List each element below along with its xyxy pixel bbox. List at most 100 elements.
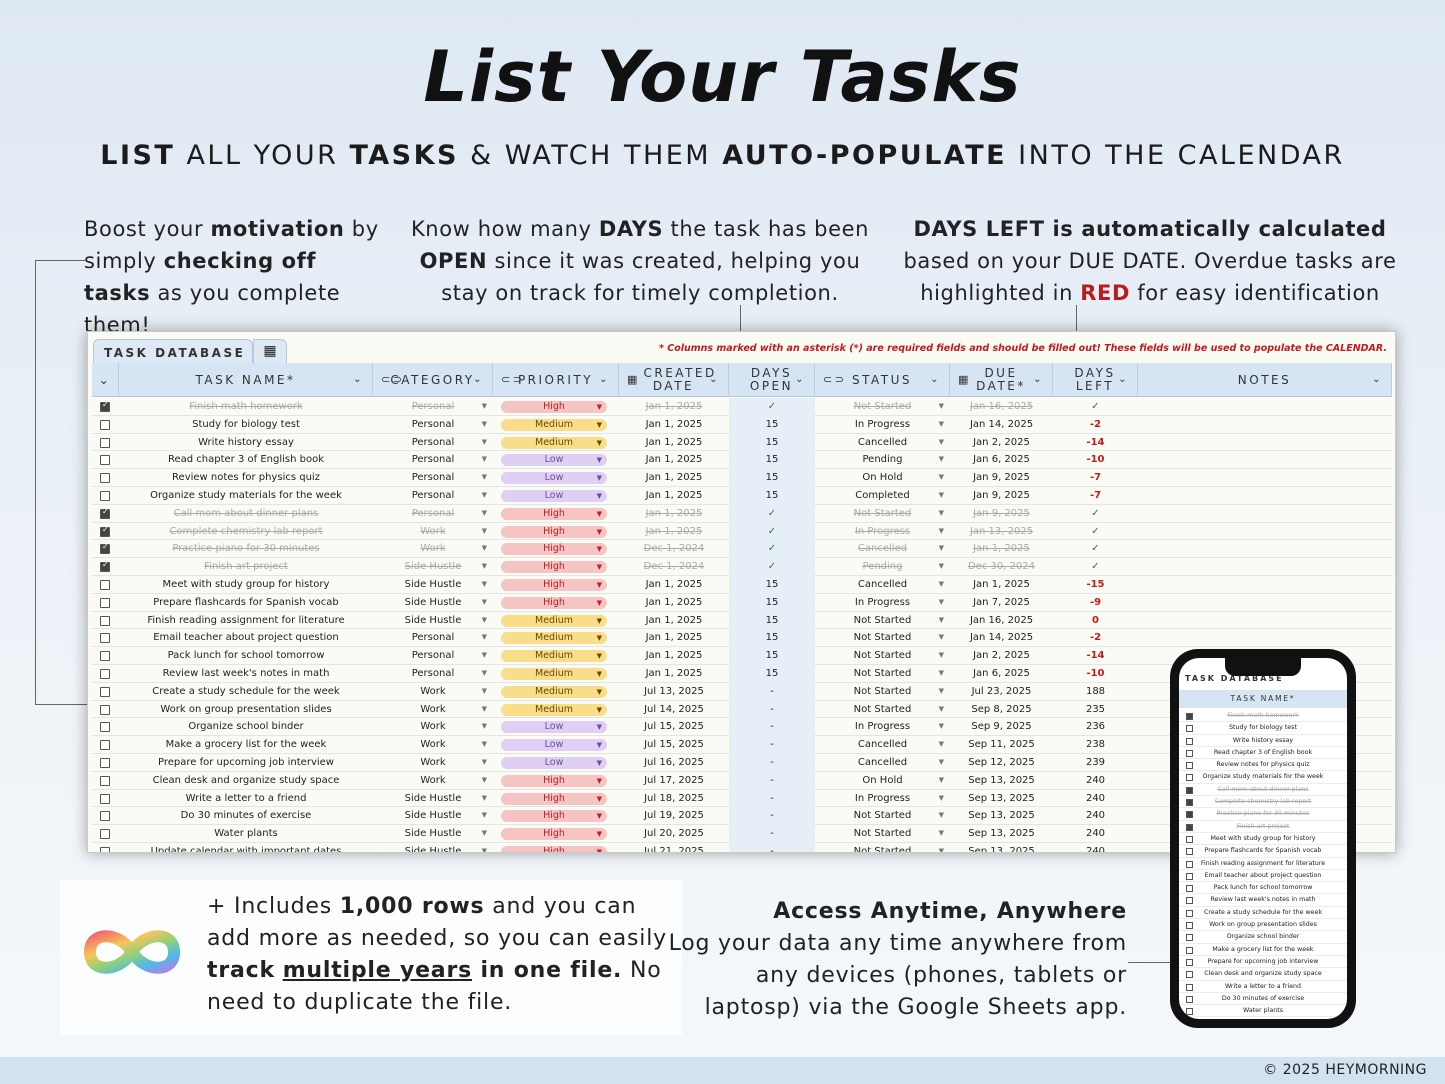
status-cell[interactable]: Cancelled ▼: [815, 736, 950, 754]
priority-cell[interactable]: Medium ▼: [493, 683, 619, 701]
priority-cell[interactable]: High ▼: [493, 772, 619, 790]
phone-task-checkbox[interactable]: [1186, 872, 1193, 880]
category-cell[interactable]: Personal ▼: [373, 647, 493, 665]
category-cell[interactable]: Side Hustle ▼: [373, 594, 493, 612]
status-cell[interactable]: Cancelled ▼: [815, 434, 950, 452]
status-cell[interactable]: Cancelled ▼: [815, 754, 950, 772]
phone-task-checkbox[interactable]: [1186, 897, 1193, 905]
phone-task-checkbox[interactable]: [1186, 909, 1193, 917]
status-cell[interactable]: Not Started ▼: [815, 665, 950, 683]
chevron-down-icon[interactable]: ⌄: [930, 373, 941, 386]
phone-task-checkbox[interactable]: [1186, 823, 1193, 831]
phone-task-checkbox[interactable]: [1186, 946, 1193, 954]
tab-task-database[interactable]: TASK DATABASE ⌄: [93, 339, 253, 374]
column-header-created-date[interactable]: ▦ CREATED DATE ⌄: [619, 363, 729, 397]
priority-cell[interactable]: High ▼: [493, 523, 619, 541]
category-cell[interactable]: Personal ▼: [373, 487, 493, 505]
status-cell[interactable]: On Hold ▼: [815, 469, 950, 487]
priority-cell[interactable]: High ▼: [493, 790, 619, 808]
chevron-down-icon[interactable]: ⌄: [473, 373, 484, 386]
phone-task-checkbox[interactable]: [1186, 922, 1193, 930]
task-done-checkbox[interactable]: [100, 757, 110, 768]
priority-cell[interactable]: Medium ▼: [493, 665, 619, 683]
task-done-checkbox[interactable]: [100, 633, 110, 644]
chevron-down-icon[interactable]: ⌄: [1033, 373, 1044, 386]
chevron-down-icon[interactable]: ⌄: [599, 373, 610, 386]
category-cell[interactable]: Work ▼: [373, 736, 493, 754]
status-cell[interactable]: Pending ▼: [815, 558, 950, 576]
status-cell[interactable]: Pending ▼: [815, 451, 950, 469]
phone-task-checkbox[interactable]: [1186, 983, 1193, 991]
category-cell[interactable]: Work ▼: [373, 701, 493, 719]
task-done-checkbox[interactable]: [100, 793, 110, 804]
category-cell[interactable]: Personal ▼: [373, 416, 493, 434]
category-cell[interactable]: Side Hustle ▼: [373, 825, 493, 843]
priority-cell[interactable]: High ▼: [493, 398, 619, 416]
status-cell[interactable]: Not Started ▼: [815, 683, 950, 701]
priority-cell[interactable]: High ▼: [493, 558, 619, 576]
category-cell[interactable]: Personal ▼: [373, 434, 493, 452]
priority-cell[interactable]: High ▼: [493, 843, 619, 852]
category-cell[interactable]: Side Hustle ▼: [373, 576, 493, 594]
category-cell[interactable]: Personal ▼: [373, 469, 493, 487]
category-cell[interactable]: Work ▼: [373, 772, 493, 790]
category-cell[interactable]: Personal ▼: [373, 451, 493, 469]
status-cell[interactable]: Not Started ▼: [815, 629, 950, 647]
priority-cell[interactable]: Medium ▼: [493, 701, 619, 719]
task-done-checkbox[interactable]: [100, 722, 110, 733]
priority-cell[interactable]: Medium ▼: [493, 647, 619, 665]
calendar-grid-icon[interactable]: ▦: [253, 339, 287, 365]
task-done-checkbox[interactable]: [100, 437, 110, 448]
task-done-checkbox[interactable]: [100, 597, 110, 608]
phone-task-checkbox[interactable]: [1186, 786, 1193, 794]
phone-task-checkbox[interactable]: [1186, 958, 1193, 966]
category-cell[interactable]: Work ▼: [373, 718, 493, 736]
phone-task-checkbox[interactable]: [1186, 848, 1193, 856]
priority-cell[interactable]: High ▼: [493, 594, 619, 612]
category-cell[interactable]: Side Hustle ▼: [373, 807, 493, 825]
chevron-down-icon[interactable]: ⌄: [1372, 373, 1383, 386]
column-header-notes[interactable]: NOTES ⌄: [1138, 363, 1392, 397]
column-header-category[interactable]: ⊂⊃ CATEGORY ⌄: [373, 363, 493, 397]
task-done-checkbox[interactable]: [100, 473, 110, 484]
category-cell[interactable]: Side Hustle ▼: [373, 558, 493, 576]
phone-task-checkbox[interactable]: [1186, 713, 1193, 720]
task-done-checkbox[interactable]: [100, 490, 110, 501]
status-cell[interactable]: Not Started ▼: [815, 825, 950, 843]
phone-task-checkbox[interactable]: [1186, 934, 1193, 942]
priority-cell[interactable]: High ▼: [493, 540, 619, 558]
task-done-checkbox[interactable]: [100, 704, 110, 715]
task-done-checkbox[interactable]: [100, 846, 110, 852]
task-done-checkbox[interactable]: [100, 400, 110, 412]
phone-task-checkbox[interactable]: [1186, 774, 1193, 782]
category-cell[interactable]: Side Hustle ▼: [373, 843, 493, 852]
priority-cell[interactable]: High ▼: [493, 576, 619, 594]
category-cell[interactable]: Side Hustle ▼: [373, 612, 493, 630]
column-header-days-open[interactable]: DAYS OPEN ⌄: [729, 363, 815, 397]
priority-cell[interactable]: Medium ▼: [493, 434, 619, 452]
status-cell[interactable]: Not Started ▼: [815, 612, 950, 630]
priority-cell[interactable]: Low ▼: [493, 718, 619, 736]
status-cell[interactable]: In Progress ▼: [815, 718, 950, 736]
status-cell[interactable]: Not Started ▼: [815, 647, 950, 665]
category-cell[interactable]: Work ▼: [373, 540, 493, 558]
status-cell[interactable]: Not Started ▼: [815, 807, 950, 825]
task-done-checkbox[interactable]: [100, 686, 110, 697]
column-header-task-name[interactable]: TASK NAME* ⌄: [119, 363, 373, 397]
phone-task-checkbox[interactable]: [1186, 749, 1193, 757]
status-cell[interactable]: Not Started ▼: [815, 701, 950, 719]
phone-task-checkbox[interactable]: [1186, 799, 1193, 807]
status-cell[interactable]: In Progress ▼: [815, 523, 950, 541]
priority-cell[interactable]: High ▼: [493, 807, 619, 825]
priority-cell[interactable]: Low ▼: [493, 736, 619, 754]
task-done-checkbox[interactable]: [100, 651, 110, 662]
category-cell[interactable]: Personal ▼: [373, 629, 493, 647]
status-cell[interactable]: Not Started ▼: [815, 505, 950, 523]
category-cell[interactable]: Work ▼: [373, 683, 493, 701]
status-cell[interactable]: In Progress ▼: [815, 416, 950, 434]
task-done-checkbox[interactable]: [100, 740, 110, 751]
task-done-checkbox[interactable]: [100, 525, 110, 537]
phone-task-checkbox[interactable]: [1186, 811, 1193, 819]
priority-cell[interactable]: Medium ▼: [493, 416, 619, 434]
category-cell[interactable]: Work ▼: [373, 523, 493, 541]
